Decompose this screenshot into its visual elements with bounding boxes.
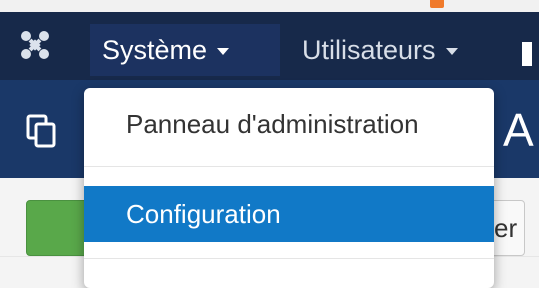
systeme-dropdown-menu: Panneau d'administration Configuration — [84, 88, 494, 288]
menu-item-panneau-administration[interactable]: Panneau d'administration — [84, 96, 494, 152]
joomla-logo-icon[interactable] — [20, 30, 50, 60]
caret-down-icon — [217, 48, 230, 56]
copy-icon — [26, 114, 58, 148]
nav-utilisateurs-label: Utilisateurs — [302, 35, 436, 65]
caret-down-icon — [445, 48, 458, 56]
tab-indicator — [430, 0, 444, 8]
screen: Système Utilisateurs : A er Panneau d'ad… — [0, 0, 539, 288]
menu-divider — [84, 258, 494, 259]
browser-strip — [0, 0, 539, 12]
nav-systeme-label: Système — [102, 35, 208, 65]
nav-menu-utilisateurs[interactable]: Utilisateurs — [290, 24, 500, 76]
nav-menu-next-partial[interactable] — [522, 42, 532, 66]
menu-divider — [84, 166, 494, 167]
top-navbar: Système Utilisateurs — [0, 12, 539, 80]
nav-menu-systeme[interactable]: Système — [90, 24, 280, 76]
menu-item-configuration[interactable]: Configuration — [84, 186, 494, 242]
